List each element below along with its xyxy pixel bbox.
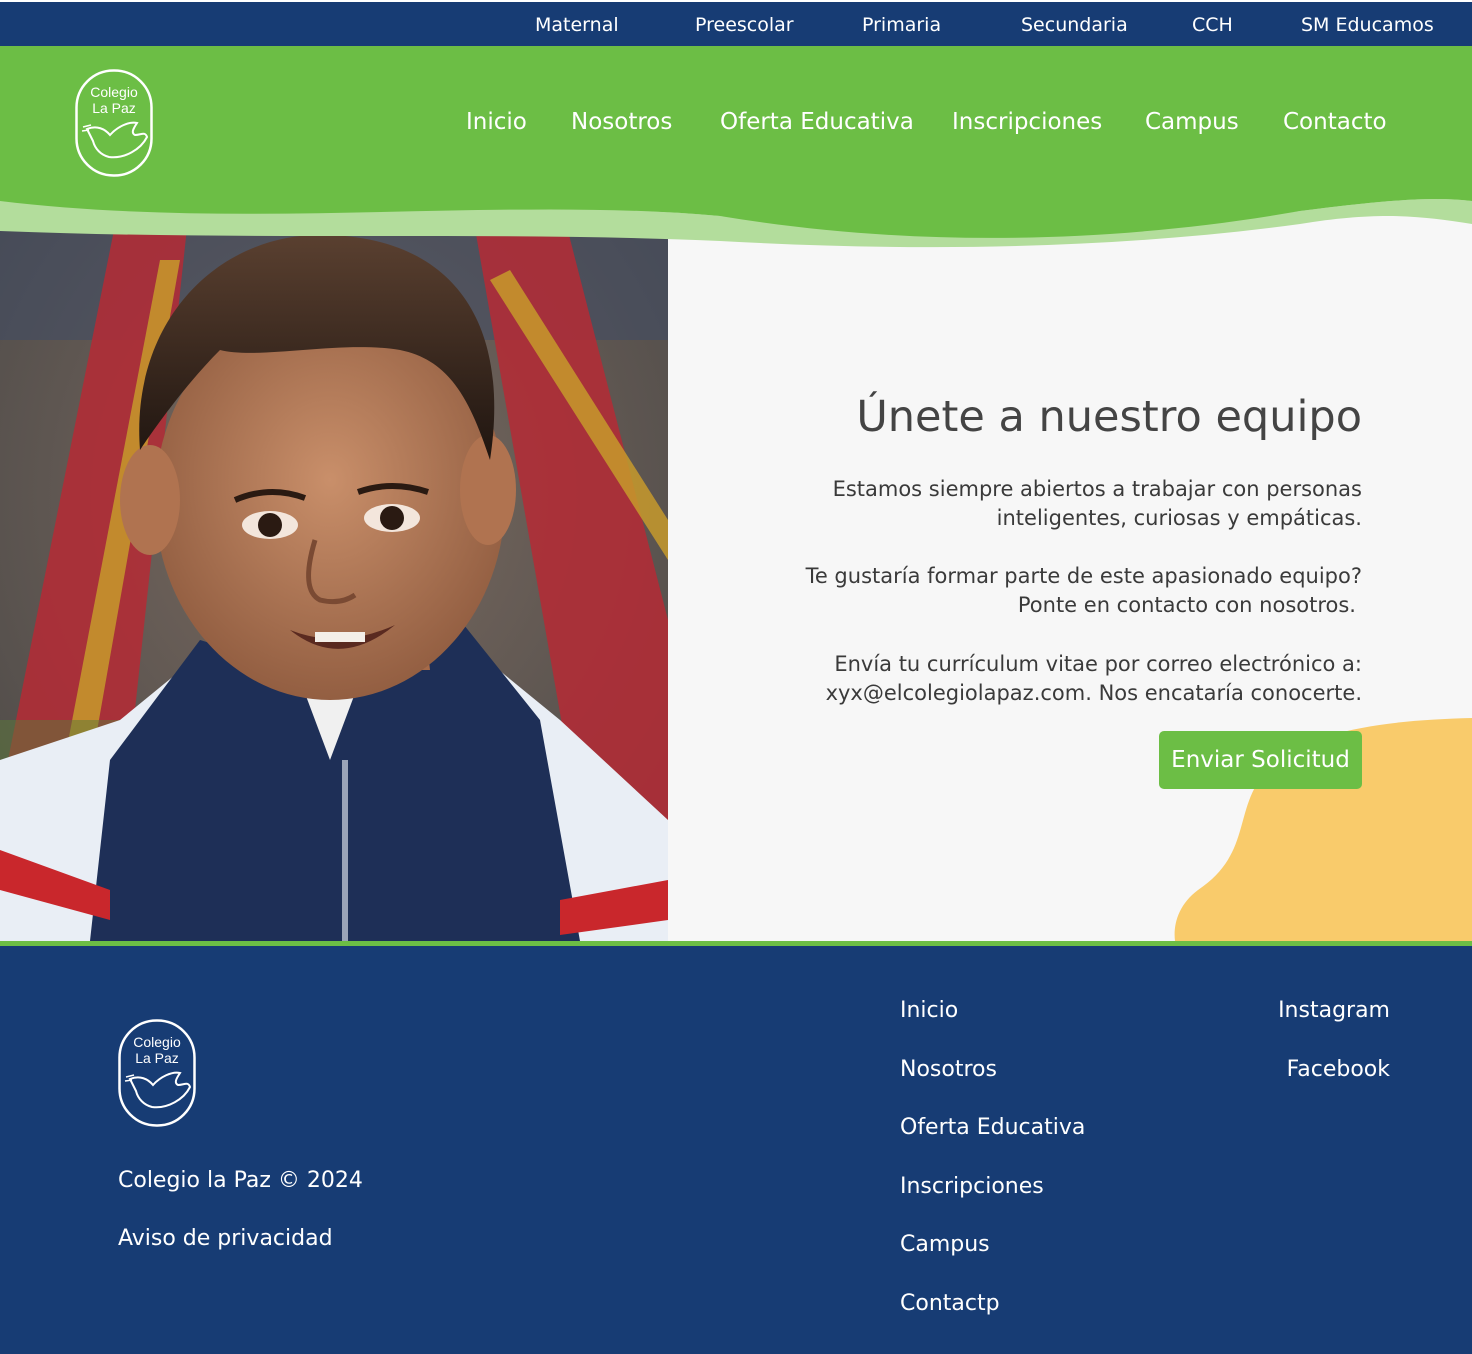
footer: Colegio La Paz Colegio la Paz © 2024 Avi…: [0, 946, 1472, 1354]
topbar-link-cch[interactable]: CCH: [1192, 14, 1233, 36]
cv-paragraph: Envía tu currículum vitae por correo ele…: [742, 650, 1362, 708]
nav-link-campus[interactable]: Campus: [1145, 109, 1239, 135]
instagram-link[interactable]: Instagram: [1278, 998, 1390, 1023]
footer-logo[interactable]: Colegio La Paz: [118, 1019, 196, 1131]
topbar-link-preescolar[interactable]: Preescolar: [695, 14, 794, 36]
nav-link-inscripciones[interactable]: Inscripciones: [952, 109, 1102, 135]
footer-link-nosotros[interactable]: Nosotros: [900, 1057, 997, 1082]
dove-icon: [124, 1071, 192, 1109]
top-bar: Maternal Preescolar Primaria Secundaria …: [0, 0, 1472, 46]
nav-link-nosotros[interactable]: Nosotros: [571, 109, 672, 135]
footer-logo-text-line1: Colegio: [133, 1034, 181, 1050]
dove-icon: [81, 121, 149, 159]
hero-photo: [0, 200, 668, 941]
join-team-panel: Únete a nuestro equipo Estamos siempre a…: [668, 200, 1472, 941]
main-header: Colegio La Paz Inicio Nosotros Oferta Ed…: [0, 46, 1472, 256]
send-application-button[interactable]: Enviar Solicitud: [1159, 731, 1362, 789]
copyright-text: Colegio la Paz © 2024: [118, 1168, 363, 1193]
header-wave: [0, 46, 1472, 248]
footer-logo-text-line2: La Paz: [135, 1050, 179, 1066]
privacy-notice-link[interactable]: Aviso de privacidad: [118, 1226, 333, 1251]
facebook-link[interactable]: Facebook: [1287, 1057, 1390, 1082]
logo-badge: Colegio La Paz: [75, 69, 153, 177]
topbar-link-secundaria[interactable]: Secundaria: [1021, 14, 1128, 36]
cv-line-2: xyx@elcolegiolapaz.com. Nos encataría co…: [825, 681, 1362, 705]
footer-link-inicio[interactable]: Inicio: [900, 998, 958, 1023]
logo-text-line1: Colegio: [90, 84, 138, 100]
intro-line-2: inteligentes, curiosas y empáticas.: [996, 506, 1362, 530]
nav-link-inicio[interactable]: Inicio: [466, 109, 527, 135]
topbar-link-primaria[interactable]: Primaria: [862, 14, 941, 36]
cv-line-1: Envía tu currículum vitae por correo ele…: [834, 652, 1362, 676]
invite-line-1: Te gustaría formar parte de este apasion…: [805, 564, 1362, 588]
logo[interactable]: Colegio La Paz: [75, 69, 153, 181]
intro-line-1: Estamos siempre abiertos a trabajar con …: [832, 477, 1362, 501]
nav-link-oferta-educativa[interactable]: Oferta Educativa: [720, 109, 914, 135]
footer-link-contacto[interactable]: Contactp: [900, 1291, 1000, 1316]
footer-link-campus[interactable]: Campus: [900, 1232, 990, 1257]
invite-paragraph: Te gustaría formar parte de este apasion…: [742, 562, 1362, 620]
footer-logo-badge: Colegio La Paz: [118, 1019, 196, 1127]
page-title: Únete a nuestro equipo: [856, 392, 1362, 442]
logo-text-line2: La Paz: [92, 100, 136, 116]
nav-link-contacto[interactable]: Contacto: [1283, 109, 1387, 135]
footer-link-inscripciones[interactable]: Inscripciones: [900, 1174, 1044, 1199]
invite-line-2: Ponte en contacto con nosotros.: [1017, 593, 1356, 617]
footer-link-oferta-educativa[interactable]: Oferta Educativa: [900, 1115, 1085, 1140]
topbar-link-sm-educamos[interactable]: SM Educamos: [1301, 14, 1434, 36]
intro-paragraph: Estamos siempre abiertos a trabajar con …: [742, 475, 1362, 533]
topbar-link-maternal[interactable]: Maternal: [535, 14, 619, 36]
boy-photo: [0, 200, 668, 941]
